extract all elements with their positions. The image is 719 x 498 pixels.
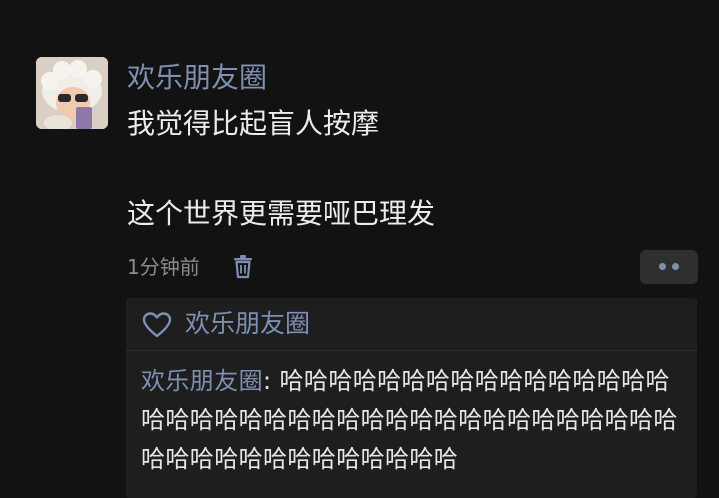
likes-comments-panel: 欢乐朋友圈 欢乐朋友圈: 哈哈哈哈哈哈哈哈哈哈哈哈哈哈哈哈哈哈哈哈哈哈哈哈哈哈哈… <box>126 298 697 498</box>
heart-icon <box>142 311 172 339</box>
post-text-line-2: 这个世界更需要哑巴理发 <box>127 197 436 230</box>
post-text-line-1: 我觉得比起盲人按摩 <box>127 107 380 140</box>
post-timestamp: 1分钟前 <box>127 255 200 279</box>
avatar[interactable] <box>36 57 108 129</box>
more-dots-icon <box>659 263 666 270</box>
comment-author[interactable]: 欢乐朋友圈 <box>141 367 263 395</box>
likes-row: 欢乐朋友圈 <box>126 298 697 351</box>
more-dots-icon-dot <box>672 263 679 270</box>
avatar-image <box>36 57 108 129</box>
comment-separator: : <box>263 367 280 395</box>
more-actions-button[interactable] <box>640 250 698 284</box>
likes-user-name[interactable]: 欢乐朋友圈 <box>185 306 310 342</box>
post-author-name[interactable]: 欢乐朋友圈 <box>127 60 267 96</box>
comment-item: 欢乐朋友圈: 哈哈哈哈哈哈哈哈哈哈哈哈哈哈哈哈哈哈哈哈哈哈哈哈哈哈哈哈哈哈哈哈哈… <box>141 362 687 479</box>
trash-icon[interactable] <box>230 253 256 279</box>
